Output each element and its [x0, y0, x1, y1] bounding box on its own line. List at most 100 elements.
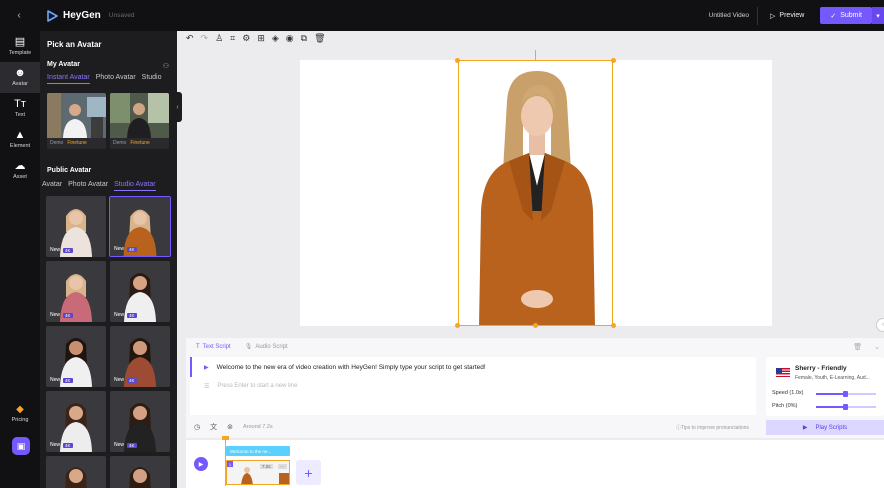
collapse-panel-button[interactable]: ‹: [173, 92, 182, 122]
studio-avatar-card[interactable]: New 4K: [46, 196, 106, 257]
element-icon: ▲: [14, 129, 26, 141]
studio-avatar-card[interactable]: New 4K: [110, 326, 170, 387]
script-panel: T Text Script 🎙 Audio Script 🗑 ⌄ ▶ Welcome…: [186, 338, 884, 438]
scene-more-button[interactable]: ···: [278, 464, 287, 469]
side-panel-toggle[interactable]: ‹: [876, 318, 884, 332]
submit-button[interactable]: ✓ Submit: [820, 7, 872, 24]
studio-avatar-card[interactable]: New 4K: [46, 391, 106, 452]
tips-label: Tips to improve pronunciations: [681, 425, 749, 431]
voice-card[interactable]: Sherry - Friendly Female, Youth, E-Learn…: [766, 357, 884, 416]
delete-icon[interactable]: 🗑: [314, 33, 325, 44]
resize-handle[interactable]: [611, 323, 616, 328]
avatar-thumbnail: [110, 456, 170, 488]
studio-avatar-card[interactable]: [46, 456, 106, 488]
duplicate-icon[interactable]: ⧉: [301, 33, 307, 44]
speed-slider[interactable]: [816, 390, 876, 397]
studio-avatar-card[interactable]: New 4K: [46, 261, 106, 322]
my-avatar-card[interactable]: Demo Finetune: [47, 93, 106, 149]
pronunciation-tips-link[interactable]: ⓘTips to improve pronunciations: [676, 424, 749, 431]
avatar-thumbnail: [110, 93, 169, 138]
studio-avatar-card[interactable]: [110, 456, 170, 488]
timeline-play-button[interactable]: ▶: [194, 457, 208, 471]
resize-handle[interactable]: [611, 58, 616, 63]
script-text: Welcome to the new era of video creation…: [216, 363, 486, 371]
studio-avatar-card[interactable]: New 4K: [46, 326, 106, 387]
studio-avatar-card[interactable]: New 4K: [110, 391, 170, 452]
script-line[interactable]: ▶ Welcome to the new era of video creati…: [190, 357, 756, 377]
us-flag-icon: [776, 368, 790, 377]
script-editor[interactable]: ▶ Welcome to the new era of video creati…: [190, 357, 756, 415]
delete-script-icon[interactable]: 🗑: [853, 343, 862, 351]
resize-handle[interactable]: [455, 323, 460, 328]
duration-estimate: Around 7.2s: [242, 424, 273, 430]
public-avatar-tabs: Avatar Photo Avatar Studio Avatar: [42, 181, 156, 191]
resize-handle[interactable]: [533, 323, 538, 328]
pitch-slider[interactable]: [816, 403, 876, 410]
add-person-icon[interactable]: ⚇: [163, 62, 169, 70]
play-line-icon[interactable]: ▶: [204, 364, 209, 371]
rail-item-text[interactable]: Tт Text: [0, 93, 40, 124]
avatar-settings-icon[interactable]: ♙: [215, 33, 223, 44]
rail-item-label: Template: [8, 50, 32, 56]
tab-instant-avatar[interactable]: Instant Avatar: [47, 74, 90, 84]
frame-icon[interactable]: ⌗: [230, 33, 235, 44]
background-icon[interactable]: ⚙: [242, 33, 250, 44]
script-chip[interactable]: Welcome to the ne...: [226, 446, 290, 456]
speed-slider-handle[interactable]: [843, 390, 848, 397]
preview-button[interactable]: ▷ Preview: [757, 6, 816, 25]
check-icon: ✓: [830, 12, 837, 20]
my-avatar-tabs: Instant Avatar Photo Avatar Studio: [47, 74, 162, 84]
avatar-panel: Pick an Avatar My Avatar ⚇ Instant Avata…: [40, 31, 177, 488]
gesture-icon[interactable]: ⊚: [227, 423, 233, 431]
demo-tag: Demo: [50, 140, 64, 146]
4k-badge: 4K: [63, 442, 73, 448]
rail-item-element[interactable]: ▲ Element: [0, 124, 40, 155]
pitch-control: Pitch (0%): [772, 403, 884, 410]
new-badge: New: [114, 246, 125, 252]
hide-icon[interactable]: ◉: [286, 33, 294, 44]
tab-audio-script[interactable]: 🎙 Audio Script: [245, 343, 288, 351]
clock-icon[interactable]: ◷: [194, 423, 200, 431]
tab-studio[interactable]: Studio: [142, 74, 162, 84]
video-title[interactable]: Untitled Video: [709, 12, 749, 19]
tab-avatar[interactable]: Avatar: [42, 181, 62, 191]
voice-name: Sherry - Friendly: [795, 365, 847, 372]
pricing-button[interactable]: ◆ Pricing: [0, 404, 40, 423]
tab-text-script[interactable]: T Text Script: [196, 344, 231, 350]
undo-icon[interactable]: ↶: [186, 33, 194, 44]
script-placeholder[interactable]: Press Enter to start a new line: [217, 383, 297, 390]
scene-clip[interactable]: 1 7.2s ···: [226, 460, 290, 485]
play-scripts-button[interactable]: ▶ Play Scripts: [766, 420, 884, 435]
preview-label: Preview: [779, 12, 805, 19]
plus-icon: +: [304, 464, 313, 481]
translate-icon[interactable]: 文: [210, 422, 217, 432]
studio-avatar-card[interactable]: New 4K: [110, 261, 170, 322]
rail-item-template[interactable]: ▤ Template: [0, 31, 40, 62]
tab-photo-avatar[interactable]: Photo Avatar: [96, 74, 136, 84]
unsaved-status: Unsaved: [108, 12, 135, 19]
rail-item-asset[interactable]: ☁ Asset: [0, 155, 40, 186]
pitch-slider-handle[interactable]: [843, 403, 848, 410]
new-badge: New: [114, 442, 125, 448]
align-icon[interactable]: ⊞: [257, 33, 265, 44]
studio-avatar-card-selected[interactable]: New 4K: [109, 196, 171, 257]
resize-handle[interactable]: [455, 58, 460, 63]
avatar-thumbnail: [47, 93, 106, 138]
rail-item-avatar[interactable]: ☻ Avatar: [0, 62, 40, 93]
rail-item-label: Text: [14, 112, 26, 118]
chat-icon: ▣: [16, 440, 26, 451]
selected-avatar[interactable]: [458, 60, 613, 326]
submit-label: Submit: [840, 12, 862, 19]
layers-icon[interactable]: ◈: [272, 33, 279, 44]
tab-studio-avatar[interactable]: Studio Avatar: [114, 181, 156, 191]
add-scene-button[interactable]: +: [296, 460, 321, 485]
submit-dropdown-button[interactable]: ▾: [872, 7, 884, 24]
tab-photo-avatar[interactable]: Photo Avatar: [68, 181, 108, 191]
redo-icon[interactable]: ↷: [201, 33, 209, 44]
back-button[interactable]: ‹: [0, 0, 38, 31]
4k-badge: 4K: [63, 247, 73, 253]
chat-support-button[interactable]: ▣: [12, 437, 30, 455]
asset-icon: ☁: [14, 160, 26, 172]
my-avatar-card[interactable]: Demo Finetune: [110, 93, 169, 149]
chevron-down-icon[interactable]: ⌄: [874, 343, 880, 351]
